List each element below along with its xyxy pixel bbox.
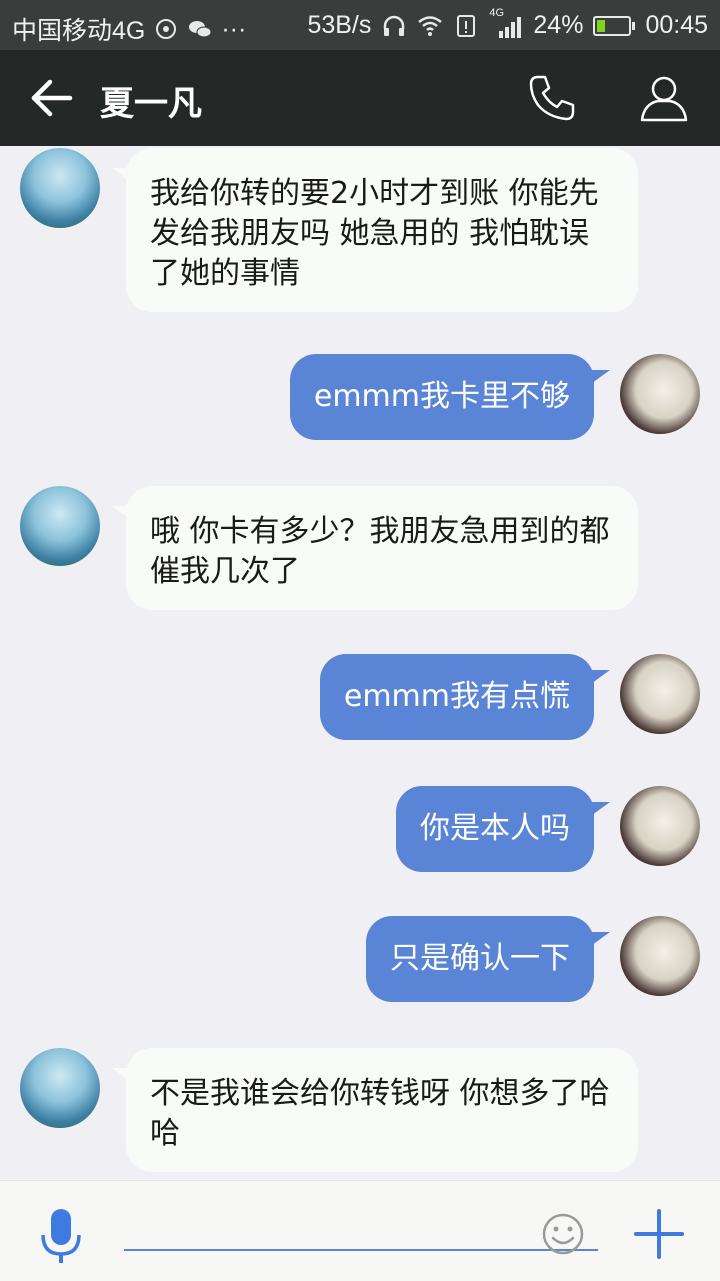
message-bubble[interactable]: emmm我卡里不够 <box>289 354 594 440</box>
message-outgoing: 你是本人吗 <box>0 784 720 876</box>
person-icon[interactable] <box>638 72 690 124</box>
message-outgoing: emmm我卡里不够 <box>0 352 720 444</box>
headphones-icon <box>384 15 405 36</box>
wifi-icon <box>418 15 443 36</box>
wechat-icon <box>189 21 212 38</box>
message-bubble[interactable]: 你是本人吗 <box>396 786 594 872</box>
battery-percent: 24% <box>533 11 584 39</box>
message-bubble[interactable]: 哦 你卡有多少？我朋友急用到的都催我几次了 <box>126 486 638 610</box>
microphone-icon[interactable] <box>38 1207 84 1265</box>
sim-alert-icon <box>457 14 476 37</box>
battery-icon <box>593 15 636 36</box>
message-input[interactable] <box>124 1211 598 1251</box>
friend-avatar[interactable] <box>20 486 100 566</box>
my-avatar[interactable] <box>620 786 700 866</box>
message-incoming: 哦 你卡有多少？我朋友急用到的都催我几次了 <box>0 484 720 614</box>
plus-icon[interactable] <box>632 1207 686 1261</box>
message-incoming: 我给你转的要2小时才到账 你能先发给我朋友吗 她急用的 我怕耽误了她的事情 <box>0 146 720 316</box>
message-outgoing: emmm我有点慌 <box>0 652 720 744</box>
friend-avatar[interactable] <box>20 1048 100 1128</box>
message-outgoing: 只是确认一下 <box>0 914 720 1006</box>
more-notifications-icon: ··· <box>221 14 247 43</box>
carrier-label: 中国移动4G <box>12 17 146 45</box>
my-avatar[interactable] <box>620 654 700 734</box>
contact-name: 夏一凡 <box>100 84 202 124</box>
message-bubble[interactable]: emmm我有点慌 <box>319 654 594 740</box>
status-bar: 中国移动4G ··· 53B/s 4G 24% 00:45 <box>0 0 720 50</box>
back-arrow-icon[interactable] <box>30 78 74 118</box>
cell-signal-icon: 4G <box>489 7 523 39</box>
friend-avatar[interactable] <box>20 148 100 228</box>
my-avatar[interactable] <box>620 354 700 434</box>
chat-header: 夏一凡 <box>0 50 720 146</box>
my-avatar[interactable] <box>620 916 700 996</box>
smiley-icon[interactable] <box>540 1211 586 1257</box>
message-bubble[interactable]: 我给你转的要2小时才到账 你能先发给我朋友吗 她急用的 我怕耽误了她的事情 <box>126 148 638 312</box>
clock: 00:45 <box>645 11 708 39</box>
message-bubble[interactable]: 不是我谁会给你转钱呀 你想多了哈哈 <box>126 1048 638 1172</box>
message-bubble[interactable]: 只是确认一下 <box>366 916 594 1002</box>
network-speed: 53B/s <box>307 11 372 39</box>
message-incoming: 不是我谁会给你转钱呀 你想多了哈哈 <box>0 1046 720 1176</box>
phone-icon[interactable] <box>526 72 578 124</box>
sync-icon <box>156 19 177 39</box>
input-bar <box>0 1180 720 1281</box>
